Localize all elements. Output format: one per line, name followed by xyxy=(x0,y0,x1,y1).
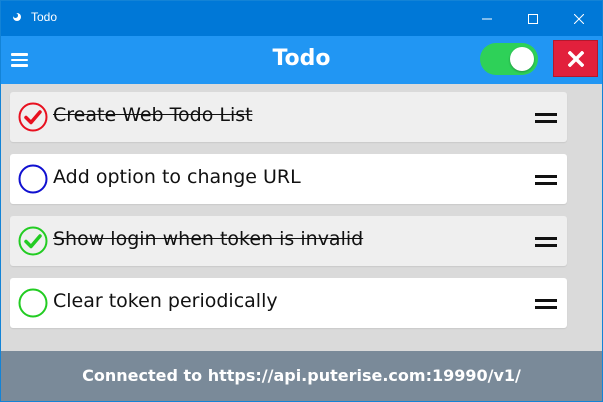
maximize-button[interactable] xyxy=(510,1,556,36)
app-icon xyxy=(13,13,21,21)
checked-circle-icon[interactable] xyxy=(18,102,48,132)
drag-handle-icon[interactable] xyxy=(535,299,557,309)
checked-circle-icon[interactable] xyxy=(18,226,48,256)
unchecked-circle-icon[interactable] xyxy=(18,164,48,194)
drag-handle-icon[interactable] xyxy=(535,113,557,123)
todo-text: Add option to change URL xyxy=(53,166,301,188)
app-header: Todo xyxy=(1,36,602,84)
close-app-button[interactable] xyxy=(553,40,598,77)
connection-status: Connected to https://api.puterise.com:19… xyxy=(82,366,521,385)
window-close-icon xyxy=(574,13,584,24)
todo-item[interactable]: Clear token periodically xyxy=(10,278,567,328)
maximize-icon xyxy=(528,13,538,24)
close-icon xyxy=(567,50,584,67)
unchecked-circle-icon[interactable] xyxy=(18,288,48,318)
todo-text: Clear token periodically xyxy=(53,290,278,312)
todo-item[interactable]: Create Web Todo List xyxy=(10,92,567,142)
minimize-button[interactable] xyxy=(464,1,510,36)
todo-list: Create Web Todo List Add option to chang… xyxy=(1,84,602,351)
drag-handle-icon[interactable] xyxy=(535,175,557,185)
toggle-switch[interactable] xyxy=(480,43,538,75)
minimize-icon xyxy=(482,18,492,19)
status-bar: Connected to https://api.puterise.com:19… xyxy=(1,351,602,401)
drag-handle-icon[interactable] xyxy=(535,237,557,247)
app-window: Todo Todo Create Web Todo List Add optio… xyxy=(0,0,603,402)
todo-text: Show login when token is invalid xyxy=(53,228,364,250)
window-title: Todo xyxy=(31,10,58,24)
todo-text: Create Web Todo List xyxy=(53,104,253,126)
title-bar[interactable]: Todo xyxy=(1,1,602,36)
todo-item[interactable]: Show login when token is invalid xyxy=(10,216,567,266)
todo-item[interactable]: Add option to change URL xyxy=(10,154,567,204)
window-close-button[interactable] xyxy=(556,1,602,36)
toggle-knob xyxy=(510,47,534,71)
